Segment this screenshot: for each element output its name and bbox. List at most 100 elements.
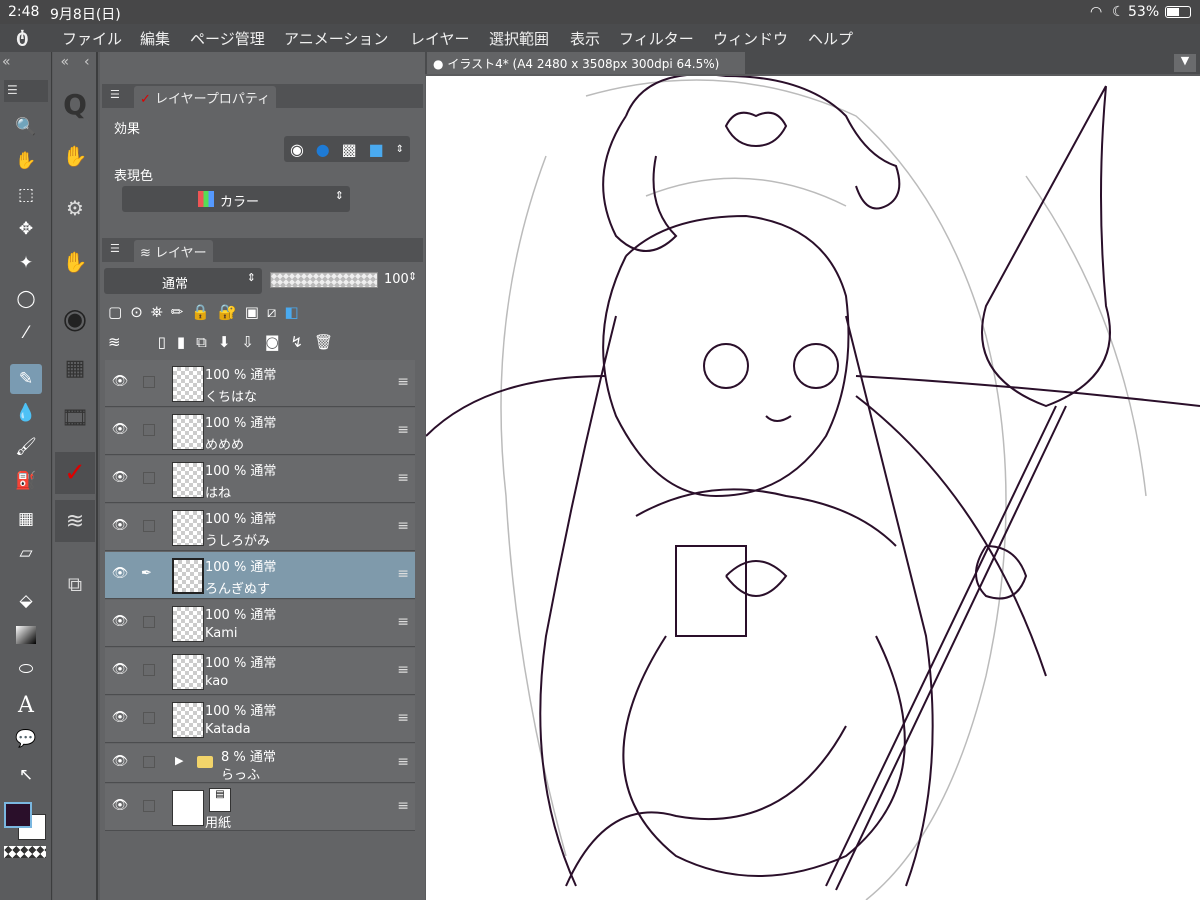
eye-icon[interactable]: 👁 xyxy=(111,374,129,392)
text-tool-icon[interactable]: A xyxy=(10,690,42,720)
layer-check[interactable] xyxy=(143,616,155,628)
drag-handle-icon[interactable]: ≡ xyxy=(397,422,409,438)
transparent-color-icon[interactable] xyxy=(4,846,46,858)
opacity-slider[interactable] xyxy=(270,272,378,288)
decoration-icon[interactable]: ▦ xyxy=(10,504,42,534)
shape-tool-icon[interactable]: ⬭ xyxy=(10,654,42,684)
drag-handle-icon[interactable]: ≡ xyxy=(397,374,409,390)
eraser-icon[interactable]: ▱ xyxy=(10,538,42,568)
layer-mask-icon[interactable]: ◙ xyxy=(265,333,280,351)
layer-tab-icon[interactable]: ≋ xyxy=(55,500,95,542)
drag-handle-icon[interactable]: ≡ xyxy=(397,518,409,534)
menu-help[interactable]: ヘルプ xyxy=(808,28,853,49)
layer-property-tab[interactable]: ✓ レイヤープロパティ xyxy=(134,86,277,108)
hand-tool-icon[interactable]: ✋ xyxy=(10,146,42,176)
mask-icon[interactable]: ▣ xyxy=(245,303,259,321)
menu-selection[interactable]: 選択範囲 xyxy=(489,28,549,49)
drag-handle-icon[interactable]: ≡ xyxy=(397,566,409,582)
layer-check[interactable] xyxy=(143,472,155,484)
color-wheel-icon[interactable]: ◉ xyxy=(57,298,93,338)
quick-access-icon[interactable]: Q xyxy=(57,84,93,124)
menu-filter[interactable]: フィルター xyxy=(619,28,694,49)
main-color-swatch[interactable] xyxy=(4,802,32,828)
tone-effect-icon[interactable]: ● xyxy=(316,140,330,159)
trash-icon[interactable]: 🗑 xyxy=(314,333,333,351)
folder-expand-icon[interactable]: ▶ xyxy=(175,754,183,767)
new-vector-layer-icon[interactable]: ▮ xyxy=(177,333,185,351)
new-folder-icon[interactable]: ⧉ xyxy=(196,333,207,351)
eye-icon[interactable]: 👁 xyxy=(111,470,129,488)
brush-size-icon[interactable]: ✋ xyxy=(57,242,93,282)
panel-menu-icon[interactable]: ☰ xyxy=(110,242,120,255)
folder-row[interactable]: 👁 ▶ 8 % 通常 らっふ ≡ xyxy=(105,744,415,783)
menu-animation[interactable]: アニメーション xyxy=(284,28,388,49)
brush-tool-icon[interactable]: 🖌 xyxy=(10,432,42,462)
layer-check[interactable] xyxy=(143,376,155,388)
lock-transparency-icon[interactable]: 🔐 xyxy=(218,303,237,321)
eye-icon[interactable]: 👁 xyxy=(111,710,129,728)
menu-window[interactable]: ウィンドウ xyxy=(713,28,788,49)
drag-handle-icon[interactable]: ≡ xyxy=(397,614,409,630)
merge-down-icon[interactable]: ⇩ xyxy=(241,333,254,351)
tool-menu-icon[interactable]: ☰ xyxy=(4,80,48,102)
layer-property-tab-icon[interactable]: ✓ xyxy=(55,452,95,494)
layer-row[interactable]: 👁 100 % 通常 Katada ≡ xyxy=(105,696,415,743)
layer-color-icon[interactable]: ◧ xyxy=(284,303,298,321)
transfer-down-icon[interactable]: ⬇ xyxy=(218,333,231,351)
object-tool-icon[interactable]: ⬚ xyxy=(10,180,42,210)
pen-tool-icon[interactable]: ✎ xyxy=(10,364,42,394)
checker-effect-icon[interactable]: ▩ xyxy=(342,140,357,159)
tab-dropdown-icon[interactable]: ▼ xyxy=(1174,54,1196,72)
drag-handle-icon[interactable]: ≡ xyxy=(397,798,409,814)
eye-icon[interactable]: 👁 xyxy=(111,422,129,440)
drag-handle-icon[interactable]: ≡ xyxy=(397,470,409,486)
menu-page[interactable]: ページ管理 xyxy=(190,28,265,49)
drag-handle-icon[interactable]: ≡ xyxy=(397,662,409,678)
clip-icon[interactable]: ⊙ xyxy=(130,303,143,321)
drawing-canvas[interactable] xyxy=(426,76,1200,900)
drag-handle-icon[interactable]: ≡ xyxy=(397,710,409,726)
layer-row[interactable]: 👁 100 % 通常 Kami ≡ xyxy=(105,600,415,647)
layer-row[interactable]: 👁 100 % 通常 はね ≡ xyxy=(105,456,415,503)
layer-check[interactable] xyxy=(143,520,155,532)
lock-icon[interactable]: 🔒 xyxy=(191,303,210,321)
balloon-tool-icon[interactable]: 💬 xyxy=(10,724,42,754)
apply-mask-icon[interactable]: ↯ xyxy=(291,333,304,351)
collapse-left-icon[interactable]: « xyxy=(2,54,48,74)
ruler-icon[interactable]: ⧄ xyxy=(267,303,277,321)
blend-mode-select[interactable]: 通常 ⇕ xyxy=(104,268,262,294)
layer-row[interactable]: 👁 100 % 通常 くちはな ≡ xyxy=(105,360,415,407)
paper-layer-row[interactable]: 👁 ▤ 用紙 ≡ xyxy=(105,784,415,831)
menu-edit[interactable]: 編集 xyxy=(140,28,170,49)
new-raster-layer-icon[interactable]: ▯ xyxy=(158,333,166,351)
layer-check[interactable] xyxy=(143,800,155,812)
eye-icon[interactable]: 👁 xyxy=(111,754,129,772)
layers-stack-icon[interactable]: ≋ xyxy=(108,333,121,351)
tool-property-icon[interactable]: ⚙ xyxy=(57,188,93,228)
color-mode-select[interactable]: カラー ⇕ xyxy=(122,186,350,212)
eye-icon[interactable]: 👁 xyxy=(111,614,129,632)
eye-icon[interactable]: 👁 xyxy=(111,798,129,816)
sub-tool-icon[interactable]: ✋ xyxy=(57,136,93,176)
fill-tool-icon[interactable]: ⬙ xyxy=(10,586,42,616)
navigator-icon[interactable]: ⧉ xyxy=(57,564,93,604)
collapse-dock-icon[interactable]: «‹ xyxy=(53,54,97,74)
layer-check[interactable] xyxy=(143,424,155,436)
draft-layer-icon[interactable]: ✏ xyxy=(171,303,184,321)
layer-color-icon[interactable]: ■ xyxy=(369,140,384,159)
stepper-icon[interactable]: ⇕ xyxy=(396,144,404,155)
eye-icon[interactable]: 👁 xyxy=(111,662,129,680)
auto-select-icon[interactable]: ✦ xyxy=(10,248,42,278)
airbrush-icon[interactable]: ⛽ xyxy=(10,466,42,496)
layer-row-selected[interactable]: 👁 ✒ 100 % 通常 ろんぎぬす ≡ xyxy=(105,552,415,599)
panel-menu-icon[interactable]: ☰ xyxy=(110,88,120,101)
eye-icon[interactable]: 👁 xyxy=(111,566,129,584)
drag-handle-icon[interactable]: ≡ xyxy=(397,754,409,770)
timeline-icon[interactable]: 🎞 xyxy=(57,398,93,438)
layer-row[interactable]: 👁 100 % 通常 うしろがみ ≡ xyxy=(105,504,415,551)
blend-tool-icon[interactable]: 💧 xyxy=(10,398,42,428)
move-tool-icon[interactable]: ✥ xyxy=(10,214,42,244)
opacity-stepper-icon[interactable]: ⇕ xyxy=(408,270,417,283)
lasso-tool-icon[interactable]: ◯ xyxy=(10,284,42,314)
ruler-tool-icon[interactable]: ↖ xyxy=(10,760,42,790)
